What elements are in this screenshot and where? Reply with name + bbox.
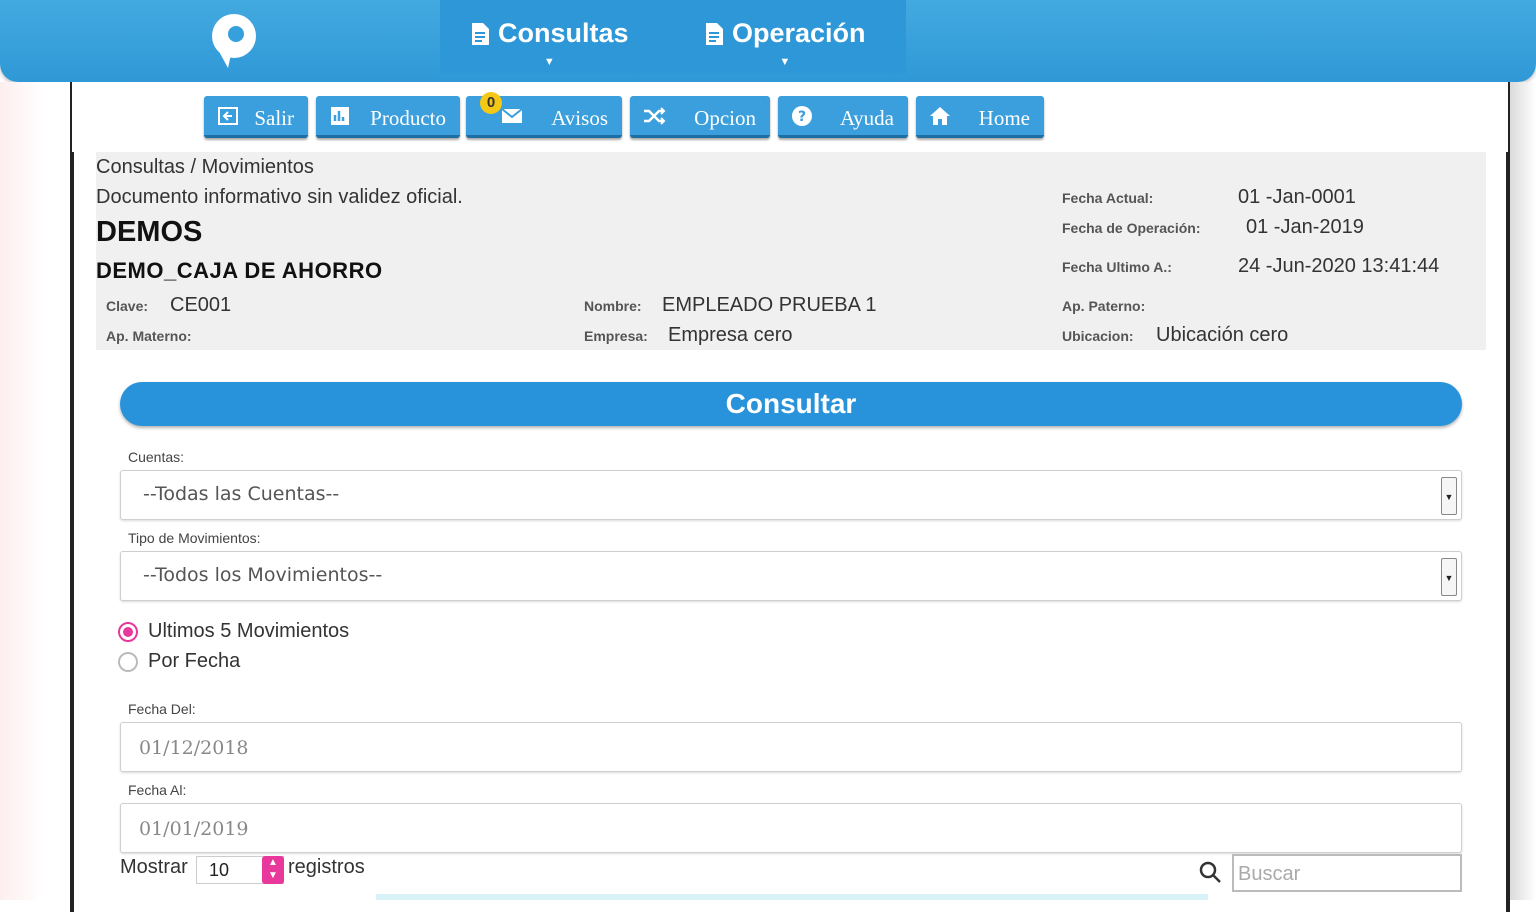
opcion-button[interactable]: Opcion (630, 96, 770, 138)
nav-operacion[interactable]: Operación ▼ (704, 18, 866, 68)
chart-icon (331, 107, 349, 125)
opcion-label: Opcion (694, 106, 756, 130)
home-label: Home (978, 106, 1030, 130)
table-header-strip (376, 894, 1208, 900)
notice-text: Documento informativo sin validez oficia… (96, 186, 463, 208)
tipo-movimientos-select-value: --Todos los Movimientos-- (143, 564, 383, 586)
fecha-del-label: Fecha Del: (128, 701, 196, 717)
empresa-value: Empresa cero (668, 324, 793, 346)
ubicacion-label: Ubicacion: (1062, 328, 1134, 344)
product-name: DEMO_CAJA DE AHORRO (96, 258, 383, 283)
nav-operacion-label: Operación (732, 18, 866, 48)
radio-ultimos-movimientos[interactable]: Ultimos 5 Movimientos (118, 620, 349, 643)
producto-label: Producto (370, 106, 446, 130)
ayuda-label: Ayuda (839, 106, 894, 130)
clave-value: CE001 (170, 294, 232, 316)
registros-label: registros (288, 856, 365, 878)
mostrar-label: Mostrar (120, 856, 188, 878)
fecha-al-label: Fecha Al: (128, 782, 187, 798)
avisos-count-badge: 0 (480, 92, 502, 114)
radio-button-unchecked[interactable] (118, 651, 138, 672)
clave-label: Clave: (106, 298, 149, 314)
document-icon (472, 22, 489, 45)
ap-paterno-label: Ap. Paterno: (1062, 298, 1146, 314)
document-icon (706, 22, 723, 45)
chevron-down-icon: ▼ (779, 56, 791, 68)
client-info-panel: Consultas / Movimientos Documento inform… (96, 152, 1486, 350)
cuentas-select[interactable]: --Todas las Cuentas-- ▼ (120, 470, 1462, 520)
home-icon (930, 107, 950, 125)
fecha-ultimo-value: 24 -Jun-2020 13:41:44 (1238, 255, 1440, 277)
avisos-label: Avisos (551, 106, 608, 130)
fecha-operacion-value: 01 -Jan-2019 (1246, 216, 1364, 238)
search-placeholder: Buscar (1238, 863, 1301, 885)
salir-button[interactable]: Salir (204, 96, 308, 138)
home-button[interactable]: Home (916, 96, 1044, 138)
radio-por-fecha[interactable]: Por Fecha (118, 650, 240, 673)
search-icon (1199, 861, 1221, 883)
top-nav-menu: Consultas ▼ Operación ▼ (440, 0, 906, 74)
right-shadow (1508, 82, 1536, 900)
app-logo[interactable] (206, 10, 262, 70)
nombre-value: EMPLEADO PRUEBA 1 (662, 294, 877, 316)
tipo-movimientos-select[interactable]: --Todos los Movimientos-- ▼ (120, 551, 1462, 601)
fecha-operacion-label: Fecha de Operación: (1062, 220, 1201, 236)
tipo-movimientos-label: Tipo de Movimientos: (128, 530, 261, 546)
fecha-al-value: 01/01/2019 (139, 818, 249, 840)
ap-materno-label: Ap. Materno: (106, 328, 192, 344)
shuffle-icon (644, 107, 666, 125)
envelope-icon (501, 108, 523, 123)
fecha-del-input[interactable]: 01/12/2018 (120, 722, 1462, 772)
fecha-ultimo-label: Fecha Ultimo A.: (1062, 259, 1172, 275)
fecha-al-input[interactable]: 01/01/2019 (120, 803, 1462, 853)
producto-button[interactable]: Producto (316, 96, 460, 138)
ubicacion-value: Ubicación cero (1156, 324, 1289, 346)
left-background (0, 82, 72, 900)
empresa-label: Empresa: (584, 328, 648, 344)
salir-label: Salir (254, 106, 294, 130)
consultar-button[interactable]: Consultar (120, 382, 1462, 426)
nombre-label: Nombre: (584, 298, 642, 314)
help-icon: ? (792, 106, 812, 126)
radio-ultimos-label: Ultimos 5 Movimientos (148, 620, 350, 642)
fecha-del-value: 01/12/2018 (139, 737, 249, 759)
chevron-down-icon: ▼ (1441, 558, 1457, 596)
chevron-down-icon: ▼ (1441, 477, 1457, 515)
cuentas-select-value: --Todas las Cuentas-- (143, 483, 340, 505)
search-input[interactable]: Buscar (1232, 854, 1462, 892)
cuentas-label: Cuentas: (128, 449, 185, 465)
top-navbar: Consultas ▼ Operación ▼ (0, 0, 1536, 82)
breadcrumb: Consultas / Movimientos (96, 156, 314, 178)
logout-icon (218, 107, 238, 125)
company-name: DEMOS (96, 216, 203, 248)
fecha-actual-label: Fecha Actual: (1062, 190, 1154, 206)
fecha-actual-value: 01 -Jan-0001 (1238, 186, 1356, 208)
radio-por-fecha-label: Por Fecha (148, 650, 241, 672)
nav-consultas-label: Consultas (498, 18, 629, 48)
radio-button-checked[interactable] (118, 621, 138, 642)
page-size-stepper[interactable]: ▲ ▼ (262, 856, 284, 884)
svg-text:?: ? (798, 109, 806, 125)
ayuda-button[interactable]: ? Ayuda (778, 96, 908, 138)
nav-consultas[interactable]: Consultas ▼ (470, 18, 629, 68)
chevron-down-icon: ▼ (543, 56, 555, 68)
